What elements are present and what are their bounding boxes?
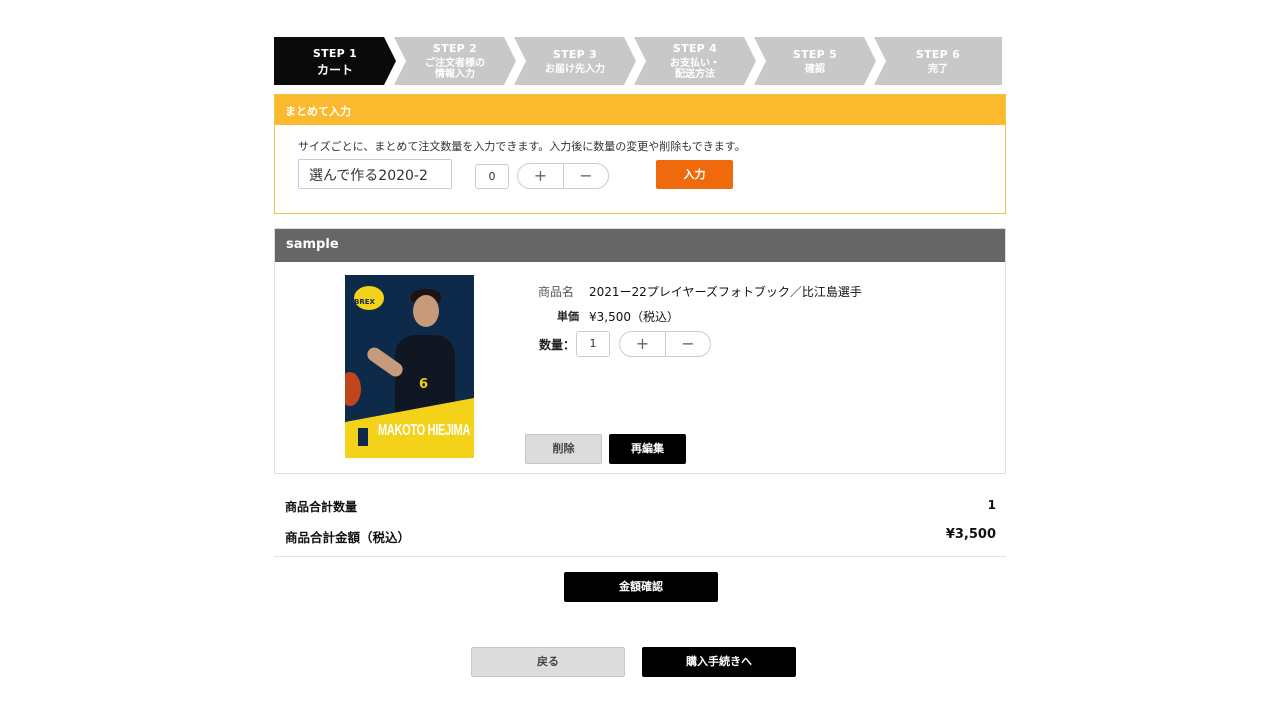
bulk-minus-button[interactable]: − (563, 164, 608, 188)
item-quantity-input[interactable]: 1 (576, 331, 610, 357)
bulk-quantity-input[interactable]: 0 (475, 164, 509, 189)
item-minus-button[interactable]: − (665, 332, 710, 356)
item-quantity-stepper: + − (619, 331, 711, 357)
bulk-input-title: まとめて入力 (275, 95, 1005, 125)
bulk-input-panel: まとめて入力 サイズごとに、まとめて注文数量を入力できます。入力後に数量の変更や… (274, 94, 1006, 214)
step-label: カート (316, 62, 353, 77)
checkout-steps: STEP 1 カート STEP 2 ご注文者様の 情報入力 STEP 3 お届け先入力 ST… (274, 37, 1006, 85)
bulk-enter-button[interactable]: 入力 (656, 160, 733, 189)
step-label: 確認 (805, 63, 825, 75)
total-quantity-row: 商品合計数量 1 (285, 498, 996, 515)
bulk-plus-button[interactable]: + (518, 164, 563, 188)
photo-player-name: MAKOTO HIEJIMA (378, 422, 471, 440)
bulk-input-description: サイズごとに、まとめて注文数量を入力できます。入力後に数量の変更や削除もできます… (298, 140, 746, 153)
bulk-quantity-stepper: + − (517, 163, 609, 189)
step-6: STEP 6 完了 (874, 37, 1002, 85)
product-name: 2021ー22プレイヤーズフォトブック／比江島選手 (589, 285, 862, 299)
product-image: 6 BREX MAKOTO HIEJIMA (345, 275, 474, 458)
step-number: STEP 4 (672, 42, 718, 55)
step-number: STEP 5 (792, 47, 838, 61)
cart-item-panel: sample 6 BREX MAKOTO HIEJIMA 商品名 2021ー22… (274, 228, 1006, 474)
step-number: STEP 1 (312, 46, 358, 60)
delete-button[interactable]: 削除 (525, 434, 602, 464)
back-button[interactable]: 戻る (471, 647, 625, 677)
step-2: STEP 2 ご注文者様の 情報入力 (394, 37, 516, 85)
product-select[interactable]: 選んで作る2020-2 (298, 159, 452, 189)
total-quantity-value: 1 (987, 498, 996, 512)
unit-price-label: 単価 (557, 310, 579, 323)
re-edit-button[interactable]: 再編集 (609, 434, 686, 464)
unit-price: ¥3,500（税込） (589, 310, 679, 324)
step-label: お届け先入力 (545, 63, 605, 75)
cart-container: STEP 1 カート STEP 2 ご注文者様の 情報入力 STEP 3 お届け先入力 ST… (274, 37, 1006, 474)
confirm-amount-button[interactable]: 金額確認 (564, 572, 718, 602)
team-logo-text: BREX (354, 298, 375, 306)
product-name-label: 商品名 (538, 285, 575, 299)
cart-item-header: sample (275, 229, 1005, 262)
item-plus-button[interactable]: + (620, 332, 665, 356)
cart-totals: 商品合計数量 1 商品合計金額（税込） ¥3,500 (274, 490, 1006, 557)
step-label: ご注文者様の 情報入力 (425, 58, 485, 80)
step-5: STEP 5 確認 (754, 37, 876, 85)
total-amount-label: 商品合計金額（税込） (285, 530, 411, 545)
total-amount-row: 商品合計金額（税込） ¥3,500 (285, 527, 996, 546)
proceed-to-checkout-button[interactable]: 購入手続きへ (642, 647, 796, 677)
total-quantity-label: 商品合計数量 (285, 500, 358, 514)
step-4: STEP 4 お支払い・ 配送方法 (634, 37, 756, 85)
step-label: 完了 (928, 63, 948, 75)
step-number: STEP 6 (915, 47, 961, 61)
total-amount-value: ¥3,500 (945, 527, 996, 542)
quantity-label: 数量： (539, 338, 576, 352)
step-label: お支払い・ 配送方法 (670, 58, 720, 80)
jersey-number: 6 (419, 377, 429, 392)
step-number: STEP 2 (432, 42, 478, 55)
step-3: STEP 3 お届け先入力 (514, 37, 636, 85)
step-number: STEP 3 (552, 47, 598, 61)
step-1: STEP 1 カート (274, 37, 396, 85)
badge-icon (357, 427, 369, 447)
